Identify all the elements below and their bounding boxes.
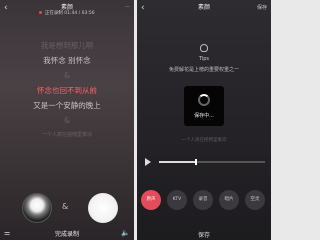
- progress-handle[interactable]: [195, 159, 198, 165]
- effect-button[interactable]: 唱片: [219, 190, 239, 210]
- avatar[interactable]: [22, 193, 52, 223]
- lyric-line: 一个人窝在摇椅里乘凉: [181, 138, 227, 143]
- recording-time: 01:44 / 03:56: [64, 11, 95, 16]
- ampersand: &: [62, 202, 69, 211]
- recording-label: 正在录制: [44, 11, 63, 16]
- playback-bar: [137, 154, 271, 170]
- tips-text: 免费解花是上榜的重要权重之一: [168, 67, 239, 73]
- more-icon[interactable]: ⋯: [125, 4, 130, 10]
- record-dot-icon: [39, 11, 43, 14]
- saving-overlay: 保存中...: [184, 86, 224, 126]
- spinner-icon: [198, 94, 210, 106]
- volume-icon[interactable]: 🔈: [121, 229, 130, 237]
- effect-button[interactable]: KTV: [167, 190, 187, 210]
- header: ‹ 素颜 保存: [137, 0, 271, 20]
- lyric-line: 我是想到那儿啊: [40, 41, 94, 50]
- recording-screen: ‹ 素颜 正在录制 01:44 / 03:56 ⋯ 我是想到那儿啊 我怀念 别怀…: [0, 0, 134, 240]
- lyrics-panel: 我是想到那儿啊 我怀念 别怀念 & 怀念也回不到从前 又是一个安静的晚上 & 一…: [0, 38, 134, 142]
- finish-recording-button[interactable]: 完成录制: [0, 229, 134, 238]
- lightbulb-icon: [200, 44, 208, 52]
- save-screen: ‹ 素颜 保存 Tips 免费解花是上榜的重要权重之一 保存中... 一个人窝在…: [137, 0, 271, 240]
- avatar[interactable]: [88, 193, 118, 223]
- saving-label: 保存中...: [194, 113, 214, 119]
- lyric-line: &: [64, 71, 70, 80]
- effect-button[interactable]: 录音: [193, 190, 213, 210]
- header: ‹ 素颜 正在录制 01:44 / 03:56 ⋯: [0, 0, 134, 20]
- lyric-line: 一个人窝在摇椅里乘凉: [41, 132, 92, 138]
- lyric-line-active: 怀念也回不到从前: [37, 86, 97, 95]
- tips-title: Tips: [198, 56, 210, 62]
- bottom-bar: ⚌ 完成录制 🔈: [0, 228, 134, 240]
- effects-row: 原声 KTV 录音 唱片 空灵: [141, 190, 267, 210]
- progress-fill: [159, 161, 197, 163]
- save-header-button[interactable]: 保存: [257, 4, 267, 11]
- effect-button[interactable]: 原声: [141, 190, 161, 210]
- lyric-line: &: [64, 116, 70, 125]
- duet-avatars: &: [0, 193, 134, 229]
- lyric-line: 又是一个安静的晚上: [33, 101, 101, 110]
- play-icon[interactable]: [145, 158, 151, 166]
- lyric-line: 我怀念 别怀念: [43, 56, 91, 65]
- effect-button[interactable]: 空灵: [245, 190, 265, 210]
- song-title: 素颜: [197, 4, 210, 11]
- progress-track[interactable]: [159, 159, 265, 165]
- save-button[interactable]: 保存: [137, 230, 271, 239]
- recording-status: 正在录制 01:44 / 03:56: [0, 10, 134, 16]
